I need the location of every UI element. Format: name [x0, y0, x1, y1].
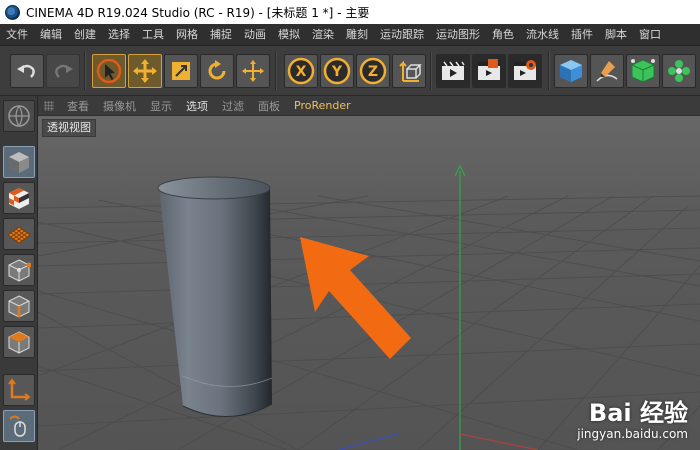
- cylinder-object[interactable]: [157, 176, 273, 417]
- menu-plugins[interactable]: 插件: [565, 24, 599, 46]
- menu-motion-tracker[interactable]: 运动跟踪: [374, 24, 430, 46]
- viewport-label[interactable]: 透视视图: [42, 119, 96, 137]
- edges-mode-button[interactable]: [3, 290, 35, 322]
- render-view-button[interactable]: [436, 54, 470, 88]
- menu-snap[interactable]: 捕捉: [204, 24, 238, 46]
- title-bar: CINEMA 4D R19.024 Studio (RC - R19) - [未…: [0, 0, 700, 24]
- y-axis-label: Y: [331, 64, 343, 80]
- baidu-watermark: Bai 经验 jingyan.baidu.com: [577, 400, 688, 442]
- viewport-menu-display[interactable]: 显示: [143, 98, 179, 114]
- menu-tools[interactable]: 工具: [136, 24, 170, 46]
- menu-script[interactable]: 脚本: [599, 24, 633, 46]
- perspective-viewport[interactable]: 透视视图 Bai 经验 jingyan.baidu.com: [38, 116, 700, 450]
- z-axis-lock-button[interactable]: Z: [356, 54, 390, 88]
- menu-mesh[interactable]: 网格: [170, 24, 204, 46]
- menu-file[interactable]: 文件: [0, 24, 34, 46]
- menu-sculpt[interactable]: 雕刻: [340, 24, 374, 46]
- model-mode-button[interactable]: [3, 146, 35, 178]
- z-axis-line: [337, 433, 399, 450]
- menu-create[interactable]: 创建: [68, 24, 102, 46]
- z-axis-label: Z: [368, 64, 378, 80]
- axis-mode-icon: [8, 378, 31, 401]
- cube-icon: [560, 60, 582, 82]
- redo-button[interactable]: [46, 54, 80, 88]
- live-selection-icon: [96, 58, 122, 84]
- menu-render[interactable]: 渲染: [306, 24, 340, 46]
- x-axis-lock-button[interactable]: X: [284, 54, 318, 88]
- rotate-button[interactable]: [200, 54, 234, 88]
- pen-icon: [596, 61, 618, 82]
- watermark-brand: Bai 经验: [588, 399, 688, 427]
- points-mode-button[interactable]: [3, 254, 35, 286]
- subdivision-button[interactable]: [626, 54, 660, 88]
- coordinate-system-icon: [399, 60, 422, 82]
- scale-icon: [172, 62, 190, 80]
- annotation-arrow-icon: [300, 237, 411, 359]
- viewport-menu-cameras[interactable]: 摄像机: [96, 98, 143, 114]
- polygons-mode-button[interactable]: [3, 326, 35, 358]
- x-axis-lock-icon: X: [287, 57, 315, 85]
- menu-mograph[interactable]: 运动图形: [430, 24, 486, 46]
- texture-mode-icon: [9, 188, 29, 209]
- edges-mode-icon: [8, 295, 30, 318]
- live-selection-button[interactable]: [92, 54, 126, 88]
- tweak-mode-button[interactable]: [3, 410, 35, 442]
- menu-animate[interactable]: 动画: [238, 24, 272, 46]
- viewport-menu-bar: 查看 摄像机 显示 选项 过滤 面板 ProRender: [38, 96, 700, 116]
- cloner-icon: [668, 60, 690, 82]
- menu-character[interactable]: 角色: [486, 24, 520, 46]
- recent-tools-icon: [242, 60, 264, 82]
- window-title: CINEMA 4D R19.024 Studio (RC - R19) - [未…: [26, 5, 370, 20]
- points-mode-icon: [8, 259, 31, 282]
- model-mode-icon: [9, 152, 29, 173]
- move-button[interactable]: [128, 54, 162, 88]
- move-icon: [133, 59, 157, 83]
- watermark-url: jingyan.baidu.com: [577, 427, 688, 441]
- menu-select[interactable]: 选择: [102, 24, 136, 46]
- menu-bar: 文件 编辑 创建 选择 工具 网格 捕捉 动画 模拟 渲染 雕刻 运动跟踪 运动…: [0, 24, 700, 46]
- axis-mode-button[interactable]: [3, 374, 35, 406]
- scale-button[interactable]: [164, 54, 198, 88]
- undo-button[interactable]: [10, 54, 44, 88]
- render-settings-button[interactable]: [508, 54, 542, 88]
- main-toolbar: X Y Z: [0, 46, 700, 96]
- tweak-mode-icon: [9, 415, 26, 437]
- render-picture-viewer-icon: [478, 59, 500, 80]
- texture-mode-button[interactable]: [3, 182, 35, 214]
- viewport-menu-prorender[interactable]: ProRender: [287, 99, 358, 112]
- viewport-menu-filter[interactable]: 过滤: [215, 98, 251, 114]
- viewport-menu-panel[interactable]: 面板: [251, 98, 287, 114]
- menu-window[interactable]: 窗口: [633, 24, 667, 46]
- menu-simulate[interactable]: 模拟: [272, 24, 306, 46]
- cube-button[interactable]: [554, 54, 588, 88]
- cinema4d-logo-icon: [5, 4, 20, 20]
- menu-edit[interactable]: 编辑: [34, 24, 68, 46]
- x-axis-line: [459, 433, 539, 450]
- rotate-icon: [208, 60, 226, 80]
- viewport-menu-options[interactable]: 选项: [179, 98, 215, 114]
- mode-palette: [0, 96, 38, 450]
- z-axis-lock-icon: Z: [359, 57, 387, 85]
- y-axis-lock-icon: Y: [323, 57, 351, 85]
- x-axis-label: X: [296, 64, 307, 80]
- cloner-button[interactable]: [662, 54, 696, 88]
- render-view-icon: [442, 61, 465, 80]
- redo-icon: [55, 64, 73, 78]
- viewport-solo-icon: [8, 105, 30, 128]
- menu-pipeline[interactable]: 流水线: [520, 24, 565, 46]
- render-picture-viewer-button[interactable]: [472, 54, 506, 88]
- recent-tools-button[interactable]: [236, 54, 270, 88]
- viewport-menu-view[interactable]: 查看: [60, 98, 96, 114]
- workplane-button[interactable]: [3, 218, 35, 250]
- undo-icon: [17, 64, 35, 78]
- subdivision-icon: [631, 59, 655, 83]
- coordinate-system-button[interactable]: [392, 54, 426, 88]
- polygons-mode-icon: [8, 331, 30, 354]
- workplane-icon: [7, 226, 31, 244]
- render-settings-icon: [514, 60, 536, 80]
- y-axis-lock-button[interactable]: Y: [320, 54, 354, 88]
- grip-icon[interactable]: [44, 100, 54, 111]
- pen-button[interactable]: [590, 54, 624, 88]
- viewport-solo-button[interactable]: [3, 100, 35, 132]
